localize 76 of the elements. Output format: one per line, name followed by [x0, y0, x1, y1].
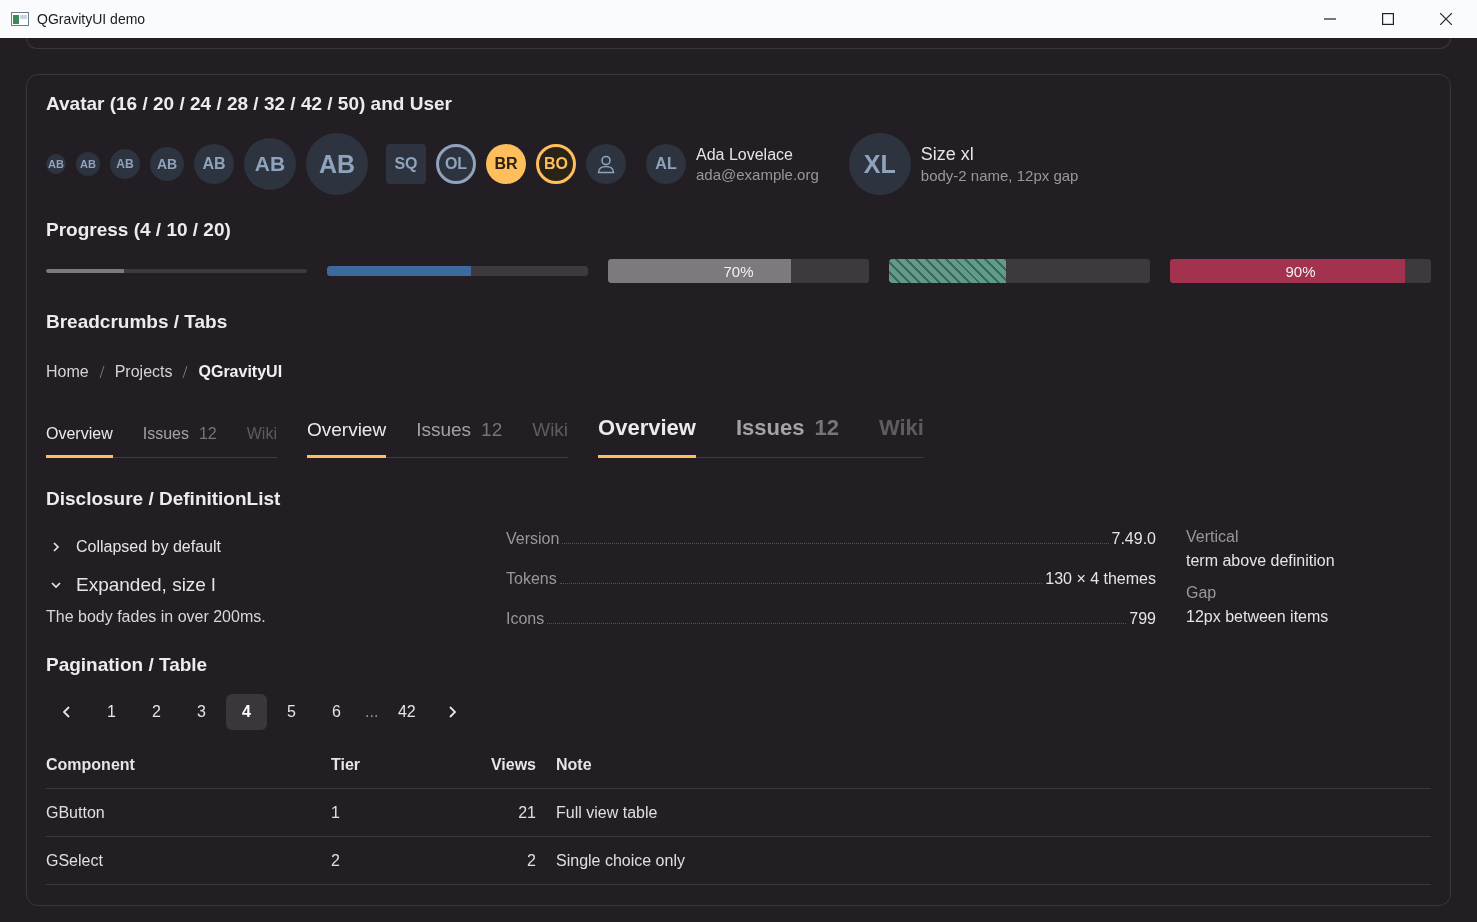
separator-icon: [182, 365, 189, 379]
page-button[interactable]: 3: [181, 694, 222, 730]
breadcrumb-link[interactable]: Projects: [114, 363, 173, 381]
avatar: AB: [110, 149, 140, 179]
app-icon: [11, 12, 29, 26]
column-header: Note: [556, 756, 1431, 789]
avatar: OL: [436, 144, 476, 184]
table-cell: GButton: [46, 788, 331, 837]
avatar: AL: [646, 144, 686, 184]
page-button[interactable]: 5: [271, 694, 312, 730]
section-heading: Progress (4 / 10 / 20): [46, 219, 232, 241]
disclosure-toggle[interactable]: Expanded, size l: [46, 574, 216, 596]
progress-label: 70%: [722, 261, 755, 282]
avatar: BR: [486, 144, 526, 184]
avatar: SQ: [386, 144, 426, 184]
definition-term: Vertical: [1186, 528, 1240, 546]
avatar: AB: [150, 147, 184, 181]
tab[interactable]: Issues 12: [735, 415, 839, 458]
user-name: Ada Lovelace: [696, 145, 794, 164]
page-button[interactable]: 42: [386, 694, 428, 730]
breadcrumb-link[interactable]: QGravityUI: [198, 363, 283, 381]
page-button[interactable]: 6: [316, 694, 357, 730]
column-header: Component: [46, 756, 331, 789]
section-heading: Avatar (16 / 20 / 24 / 28 / 32 / 42 / 50) and User: [46, 93, 453, 115]
user-description: body-2 name, 12px gap: [920, 167, 1079, 184]
table-cell: GSelect: [46, 836, 331, 885]
progress-label: 90%: [1284, 261, 1317, 282]
table-cell: 21: [461, 788, 556, 837]
tab[interactable]: Issues 12: [142, 425, 217, 458]
tab[interactable]: Overview: [46, 425, 113, 458]
section-heading: Pagination / Table: [46, 654, 209, 676]
avatar: AB: [194, 144, 234, 184]
definition-value: 130 × 4 themes: [1045, 570, 1156, 588]
avatar: AB: [306, 133, 368, 195]
definition-value: 7.49.0: [1111, 530, 1156, 548]
chevron-right-icon: [50, 541, 62, 553]
definition-term: Version: [506, 530, 560, 548]
user-name: Size xl: [920, 144, 975, 165]
user-description: ada@example.org: [696, 165, 819, 183]
table-cell: Single choice only: [556, 836, 1431, 885]
chevron-down-icon: [50, 579, 62, 591]
separator-icon: [98, 365, 105, 379]
pagination-ellipsis: ...: [364, 703, 380, 721]
close-icon[interactable]: [1440, 13, 1452, 25]
definition-term: Icons: [506, 610, 545, 628]
window-title: QGravityUI demo: [37, 11, 146, 27]
definition-value: 799: [1129, 610, 1156, 628]
disclosure-toggle[interactable]: Collapsed by default: [46, 538, 221, 556]
tab[interactable]: Overview: [306, 419, 387, 458]
avatar: AB: [76, 152, 100, 176]
tab[interactable]: Overview: [598, 415, 696, 458]
person-icon: [596, 154, 616, 174]
table-cell: 2: [331, 836, 461, 885]
page-button[interactable]: 4: [226, 694, 267, 730]
definition-value: term above definition: [1186, 552, 1336, 570]
section-heading: Disclosure / DefinitionList: [46, 488, 282, 510]
disclosure-body: The body fades in over 200ms.: [46, 608, 267, 626]
definition-value: 12px between items: [1186, 608, 1330, 626]
tab[interactable]: Issues 12: [416, 419, 503, 458]
section-heading: Breadcrumbs / Tabs: [46, 311, 229, 333]
breadcrumb-link[interactable]: Home: [46, 363, 89, 381]
table-cell: 2: [461, 836, 556, 885]
avatar: AB: [244, 138, 296, 190]
page-button[interactable]: 2: [136, 694, 177, 730]
definition-term: Gap: [1186, 584, 1218, 602]
avatar: XL: [848, 133, 911, 195]
column-header: Tier: [331, 756, 461, 789]
table-cell: Full view table: [556, 788, 1431, 837]
table-cell: 1: [331, 788, 461, 837]
definition-term: Tokens: [506, 570, 557, 588]
page-button[interactable]: 1: [91, 694, 132, 730]
maximize-icon[interactable]: [1382, 13, 1394, 25]
avatar: BO: [536, 144, 576, 184]
column-header: Views: [461, 756, 556, 789]
avatar: AB: [46, 154, 66, 174]
chevron-left-icon: [60, 705, 73, 719]
